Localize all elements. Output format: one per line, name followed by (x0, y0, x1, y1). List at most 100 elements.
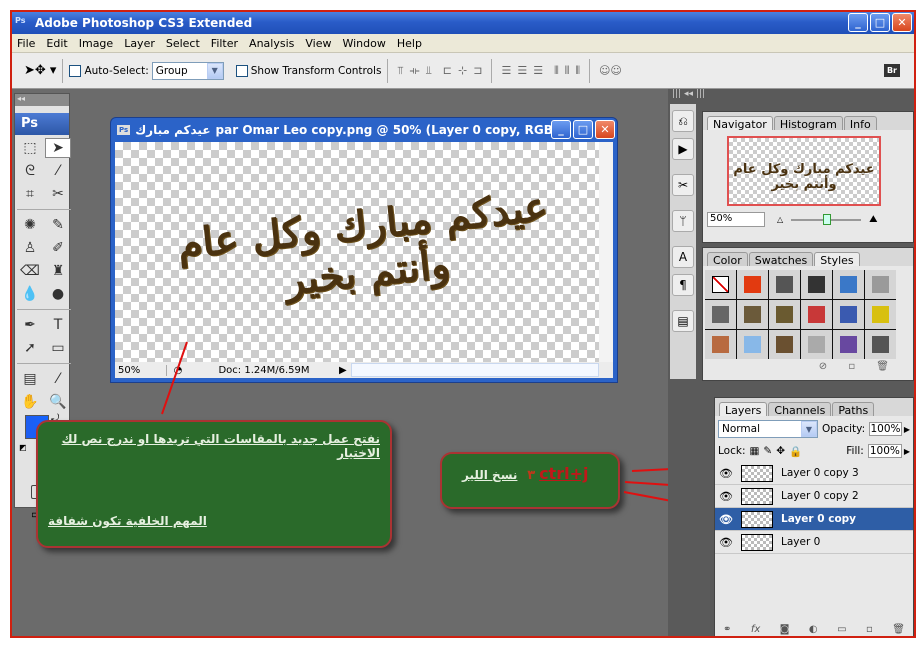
tab-channels[interactable]: Channels (768, 402, 832, 417)
paint-bucket-tool-icon[interactable]: ♜ (45, 261, 71, 281)
auto-align-layers-icon[interactable]: ☺☺ (599, 64, 622, 77)
eraser-tool-icon[interactable]: ⌫ (17, 261, 43, 281)
style-swatch[interactable] (865, 330, 896, 359)
distribute-right-icon[interactable]: ⫴ (575, 64, 580, 78)
minimize-button[interactable]: _ (848, 13, 868, 32)
style-swatch[interactable] (833, 270, 864, 299)
crop-tool-icon[interactable]: ⌗ (17, 184, 43, 204)
new-style-icon[interactable]: ▫ (848, 361, 855, 372)
doc-maximize-button[interactable]: □ (573, 120, 593, 139)
horizontal-scrollbar[interactable] (351, 363, 599, 377)
zoom-slider[interactable] (791, 213, 862, 225)
tool-presets-icon[interactable]: ✂ (672, 174, 694, 196)
align-bottom-icon[interactable]: ⫫ (426, 64, 432, 78)
pen-tool-icon[interactable]: ✒ (17, 315, 43, 335)
menu-file[interactable]: File (12, 37, 41, 50)
zoom-out-icon[interactable]: △ (777, 215, 783, 224)
doc-minimize-button[interactable]: _ (551, 120, 571, 139)
eye-icon[interactable]: 👁 (715, 513, 737, 526)
move-tool-icon[interactable]: ➤ (45, 138, 71, 158)
auto-select-checkbox[interactable] (69, 64, 82, 77)
style-swatch[interactable] (769, 330, 800, 359)
character-icon[interactable]: A (672, 246, 694, 268)
style-swatch[interactable] (737, 300, 768, 329)
layer-row[interactable]: 👁 Layer 0 copy 2 (715, 485, 913, 508)
style-swatch[interactable] (865, 300, 896, 329)
paragraph-icon[interactable]: ¶ (672, 274, 694, 296)
brushes-icon[interactable]: ᛘ (672, 210, 694, 232)
menu-view[interactable]: View (300, 37, 337, 50)
tab-paths[interactable]: Paths (832, 402, 875, 417)
layer-row[interactable]: 👁 Layer 0 (715, 531, 913, 554)
default-colors-icon[interactable]: ◩ (19, 443, 27, 452)
style-swatch[interactable] (865, 270, 896, 299)
history-brush-tool-icon[interactable]: ✐ (45, 238, 71, 258)
tab-swatches[interactable]: Swatches (748, 252, 814, 267)
style-swatch[interactable] (737, 330, 768, 359)
adjustment-layer-icon[interactable]: ◐ (809, 624, 818, 635)
tab-layers[interactable]: Layers (719, 402, 768, 417)
marquee-tool-icon[interactable]: ⬚ (17, 138, 43, 158)
vertical-scrollbar[interactable] (599, 142, 613, 364)
menu-analysis[interactable]: Analysis (244, 37, 300, 50)
healing-tool-icon[interactable]: ✺ (17, 215, 43, 235)
new-layer-icon[interactable]: ▫ (866, 624, 873, 635)
eye-icon[interactable]: 👁 (715, 536, 737, 549)
fill-field[interactable]: 100% (867, 444, 902, 458)
menu-help[interactable]: Help (392, 37, 428, 50)
style-swatch[interactable] (801, 270, 832, 299)
menu-image[interactable]: Image (74, 37, 119, 50)
dodge-tool-icon[interactable]: ● (45, 284, 71, 304)
style-swatch[interactable] (801, 300, 832, 329)
align-top-icon[interactable]: ⫪ (397, 64, 403, 78)
distribute-vcenter-icon[interactable]: ☰ (517, 64, 527, 77)
actions-icon[interactable]: ▶ (672, 138, 694, 160)
brush-tool-icon[interactable]: ✎ (45, 215, 71, 235)
zoom-in-icon[interactable]: ⛰ (869, 214, 877, 225)
path-selection-tool-icon[interactable]: ➚ (17, 338, 43, 358)
link-layers-icon[interactable]: ⚭ (723, 624, 731, 635)
align-left-icon[interactable]: ⊏ (443, 64, 452, 77)
layer-row[interactable]: 👁 Layer 0 copy 3 (715, 462, 913, 485)
zoom-tool-icon[interactable]: 🔍 (45, 392, 71, 412)
notes-tool-icon[interactable]: ▤ (17, 369, 43, 389)
opacity-field[interactable]: 100% (869, 422, 902, 436)
type-tool-icon[interactable]: T (45, 315, 71, 335)
style-swatch[interactable] (737, 270, 768, 299)
lasso-tool-icon[interactable]: ᘓ (17, 161, 43, 181)
navigator-zoom-field[interactable]: 50% (707, 212, 765, 227)
style-swatch[interactable] (705, 300, 736, 329)
style-swatch[interactable] (769, 270, 800, 299)
menu-select[interactable]: Select (161, 37, 206, 50)
tab-histogram[interactable]: Histogram (773, 116, 843, 131)
navigator-preview[interactable]: عيدكم مبارك وكل عام وأنتم بخير (727, 136, 881, 206)
rectangle-tool-icon[interactable]: ▭ (45, 338, 71, 358)
eye-icon[interactable]: 👁 (715, 467, 737, 480)
distribute-top-icon[interactable]: ☰ (501, 64, 511, 77)
doc-close-button[interactable]: ✕ (595, 120, 615, 139)
eye-icon[interactable]: 👁 (715, 490, 737, 503)
status-arrow-icon[interactable]: ▶ (339, 365, 351, 376)
layer-mask-icon[interactable]: ◙ (780, 624, 790, 635)
hand-tool-icon[interactable]: ✋ (17, 392, 43, 412)
distribute-left-icon[interactable]: ⫴ (554, 64, 559, 78)
menu-window[interactable]: Window (337, 37, 391, 50)
collapse-grip[interactable]: ◂◂ (15, 94, 69, 106)
close-button[interactable]: ✕ (892, 13, 912, 32)
maximize-button[interactable]: □ (870, 13, 890, 32)
delete-layer-icon[interactable]: 🗑 (892, 624, 905, 635)
align-hcenter-icon[interactable]: ⊹ (458, 64, 467, 77)
style-swatch[interactable] (833, 330, 864, 359)
eyedropper-tool-icon[interactable]: ⁄ (45, 369, 71, 389)
doc-zoom-field[interactable]: 50% (115, 364, 167, 376)
canvas[interactable]: عيدكم مبارك وكل عام وأنتم بخير (115, 142, 602, 364)
magic-wand-tool-icon[interactable]: ⁄ (45, 161, 71, 181)
layer-row[interactable]: 👁 Layer 0 copy (715, 508, 913, 531)
tab-navigator[interactable]: Navigator (707, 116, 773, 131)
stamp-tool-icon[interactable]: ♙ (17, 238, 43, 258)
lock-all-icon[interactable]: 🔒 (789, 445, 802, 458)
align-right-icon[interactable]: ⊐ (473, 64, 482, 77)
style-swatch[interactable] (833, 300, 864, 329)
opacity-arrow-icon[interactable]: ▶ (904, 425, 910, 434)
tab-color[interactable]: Color (707, 252, 748, 267)
